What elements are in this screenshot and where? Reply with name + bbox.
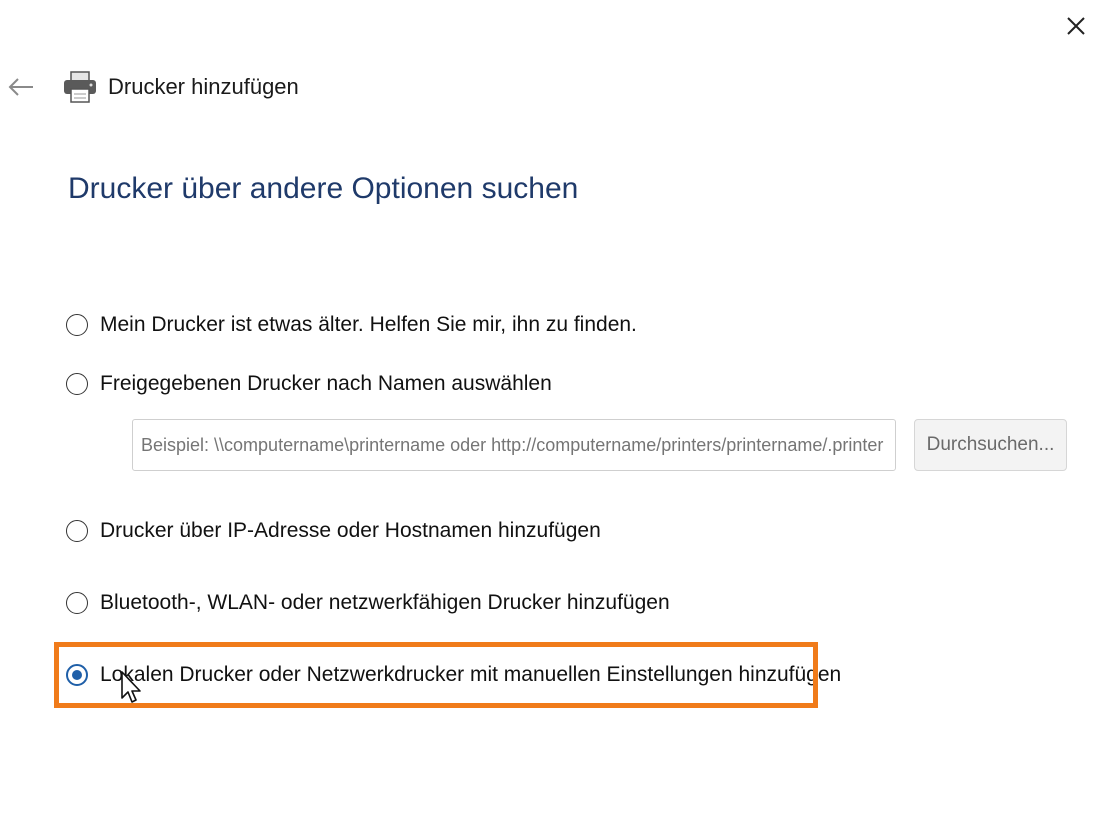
radio-button[interactable] [66, 373, 88, 395]
close-button[interactable] [1058, 8, 1094, 44]
back-button[interactable] [4, 70, 38, 104]
option-bluetooth-wireless-network[interactable]: Bluetooth-, WLAN- oder netzwerkfähigen D… [66, 587, 670, 619]
radio-button[interactable] [66, 520, 88, 542]
radio-button[interactable] [66, 314, 88, 336]
page-title: Drucker über andere Optionen suchen [68, 172, 579, 205]
option-label: Bluetooth-, WLAN- oder netzwerkfähigen D… [100, 591, 670, 614]
option-ip-address-hostname[interactable]: Drucker über IP-Adresse oder Hostnamen h… [66, 515, 601, 547]
radio-button-selected[interactable] [66, 664, 88, 686]
option-label: Drucker über IP-Adresse oder Hostnamen h… [100, 519, 601, 542]
option-local-manual-settings[interactable]: Lokalen Drucker oder Netzwerkdrucker mit… [66, 659, 841, 691]
shared-printer-path-input[interactable] [132, 419, 896, 471]
option-label: Freigegebenen Drucker nach Namen auswähl… [100, 372, 552, 395]
option-older-printer[interactable]: Mein Drucker ist etwas älter. Helfen Sie… [66, 309, 637, 341]
option-label: Mein Drucker ist etwas älter. Helfen Sie… [100, 313, 637, 336]
radio-dot [72, 670, 82, 680]
radio-button[interactable] [66, 592, 88, 614]
window-title: Drucker hinzufügen [108, 74, 299, 99]
back-arrow-icon [8, 78, 33, 96]
printer-icon [64, 71, 96, 103]
close-icon [1067, 17, 1085, 35]
mouse-cursor-icon [121, 671, 141, 703]
option-label: Lokalen Drucker oder Netzwerkdrucker mit… [100, 663, 842, 686]
option-shared-printer-by-name[interactable]: Freigegebenen Drucker nach Namen auswähl… [66, 368, 552, 400]
browse-button[interactable]: Durchsuchen... [914, 419, 1067, 471]
